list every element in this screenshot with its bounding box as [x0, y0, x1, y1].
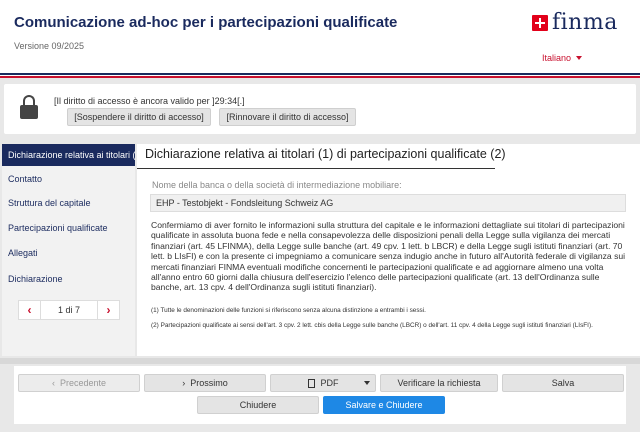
bank-name-field[interactable]: EHP - Testobjekt - Fondsleitung Schweiz … — [150, 194, 626, 212]
app-header: Comunicazione ad-hoc per i partecipazion… — [0, 0, 640, 72]
bank-name-label: Nome della banca o della società di inte… — [152, 180, 402, 190]
save-and-close-button[interactable]: Salvare e Chiudere — [323, 396, 445, 414]
sidebar-nav: Dichiarazione relativa ai titolari (1) d… — [2, 144, 135, 356]
lock-icon — [20, 95, 38, 119]
verify-label: Verificare la richiesta — [397, 378, 481, 388]
chevron-right-icon: › — [182, 378, 186, 388]
close-label: Chiudere — [239, 400, 277, 410]
page-title: Dichiarazione relativa ai titolari (1) d… — [145, 147, 506, 161]
caret-down-icon — [364, 381, 370, 385]
sidebar-item-qualified-holdings[interactable]: Partecipazioni qualificate — [2, 217, 135, 239]
pager-label: 1 di 7 — [57, 305, 81, 315]
footnote-2: (2) Partecipazioni qualificate ai sensi … — [151, 322, 593, 329]
sidebar-item-declaration-holders[interactable]: Dichiarazione relativa ai titolari (1) d… — [2, 144, 135, 166]
version-label: Versione 09/2025 — [14, 41, 85, 51]
app-title: Comunicazione ad-hoc per i partecipazion… — [14, 14, 398, 31]
title-underline — [137, 168, 495, 169]
sidebar-item-contact[interactable]: Contatto — [2, 168, 135, 190]
language-label: Italiano — [542, 53, 572, 63]
sidebar-item-capital-structure[interactable]: Struttura del capitale — [2, 192, 135, 214]
language-selector[interactable]: Italiano — [542, 53, 583, 63]
page-pager: ‹ 1 di 7 › — [18, 300, 120, 320]
chevron-down-icon — [576, 56, 583, 60]
renew-access-button[interactable]: [Rinnovare il diritto di accesso] — [219, 108, 356, 126]
document-icon — [307, 378, 315, 388]
bottom-divider — [0, 358, 640, 364]
save-close-label: Salvare e Chiudere — [345, 400, 423, 410]
sidebar-item-declaration[interactable]: Dichiarazione — [2, 268, 135, 290]
next-label: Prossimo — [190, 378, 228, 388]
pdf-button[interactable]: PDF — [270, 374, 376, 392]
header-stripe-navy — [0, 73, 640, 75]
previous-label: Precedente — [59, 378, 107, 388]
save-label: Salva — [551, 378, 575, 388]
footnote-1: (1) Tutte le denominazioni delle funzion… — [151, 307, 426, 314]
swiss-cross-icon — [532, 14, 548, 31]
pdf-label: PDF — [320, 378, 339, 388]
previous-button[interactable]: ‹ Precedente — [18, 374, 140, 392]
logo-text: finma — [552, 10, 618, 35]
pager-prev-button[interactable]: ‹ — [19, 301, 41, 319]
sidebar-item-attachments[interactable]: Allegati — [2, 242, 135, 264]
save-button[interactable]: Salva — [502, 374, 624, 392]
next-button[interactable]: › Prossimo — [144, 374, 266, 392]
pager-next-button[interactable]: › — [97, 301, 119, 319]
main-content: Dichiarazione relativa ai titolari (1) d… — [137, 144, 640, 356]
suspend-access-button[interactable]: [Sospendere il diritto di accesso] — [67, 108, 211, 126]
verify-request-button[interactable]: Verificare la richiesta — [380, 374, 498, 392]
access-timer-text: [Il diritto di accesso è ancora valido p… — [54, 96, 245, 106]
declaration-paragraph: Confermiamo di aver fornito le informazi… — [151, 220, 626, 293]
finma-logo: finma — [532, 10, 618, 35]
chevron-left-icon: ‹ — [51, 378, 55, 388]
close-button[interactable]: Chiudere — [197, 396, 319, 414]
